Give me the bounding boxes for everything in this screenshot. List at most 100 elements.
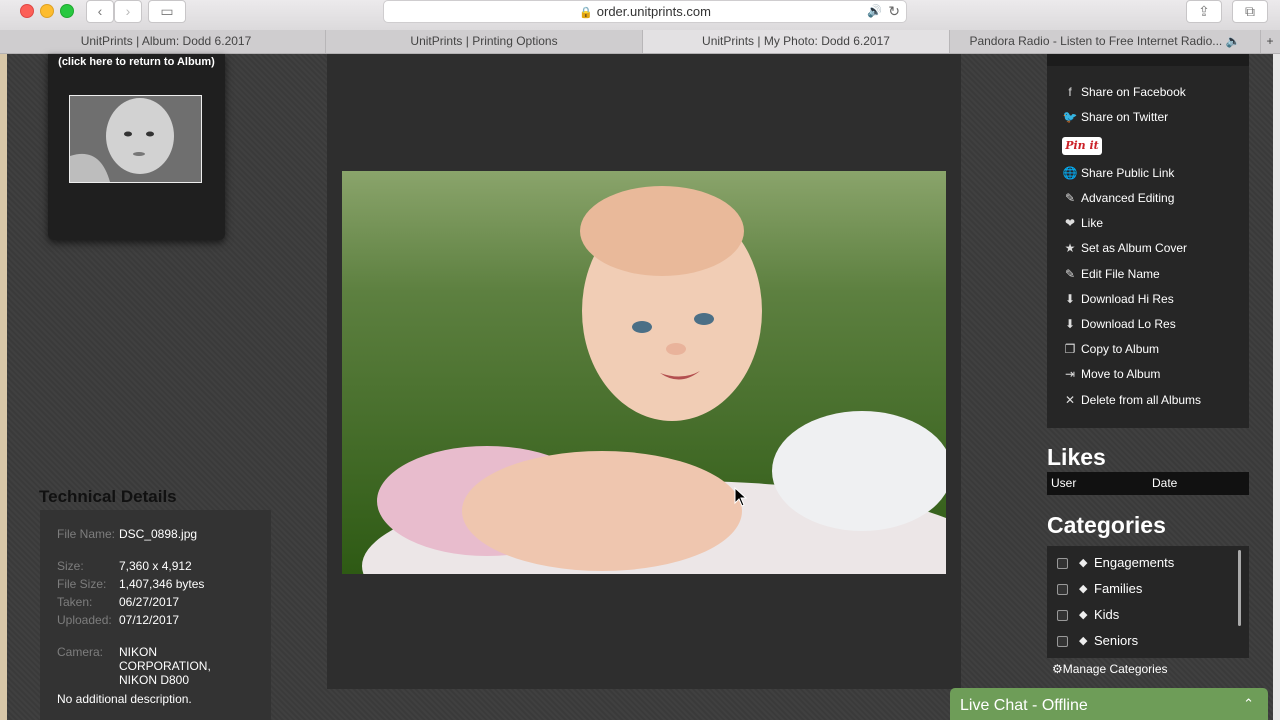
tab-pandora-label: Pandora Radio - Listen to Free Internet … xyxy=(969,34,1223,48)
chevron-right-icon: › xyxy=(125,3,131,19)
category-label: Kids xyxy=(1094,607,1120,622)
copy-to-album-link[interactable]: ❐ Copy to Album xyxy=(1061,339,1159,359)
pencil-icon: ✎ xyxy=(1064,191,1076,205)
tag-icon: ◆ xyxy=(1079,583,1088,595)
like-label: Like xyxy=(1081,216,1104,230)
download-lo-res-link[interactable]: ⬇ Download Lo Res xyxy=(1061,314,1176,334)
audio-playing-icon[interactable]: 🔊 xyxy=(867,1,882,22)
tab-pandora[interactable]: Pandora Radio - Listen to Free Internet … xyxy=(950,30,1261,53)
share-public-link[interactable]: 🌐 Share Public Link xyxy=(1061,163,1175,183)
tech-key: Camera: xyxy=(57,645,104,659)
advanced-editing-link[interactable]: ✎ Advanced Editing xyxy=(1061,188,1174,208)
address-bar[interactable]: 🔒 order.unitprints.com 🔊 ↻ xyxy=(383,0,907,23)
browser-toolbar: ‹ › ▭ 🔒 order.unitprints.com 🔊 ↻ ⇪ ⧉ xyxy=(0,0,1280,30)
share-actions-panel: f Share on Facebook 🐦 Share on Twitter Pin… xyxy=(1047,54,1249,428)
likes-title: Likes xyxy=(1047,444,1106,470)
share-facebook-link[interactable]: f Share on Facebook xyxy=(1061,82,1186,102)
tech-value: 7,360 x 4,912 xyxy=(119,559,192,573)
category-checkbox[interactable] xyxy=(1057,610,1068,621)
share-twitter-link[interactable]: 🐦 Share on Twitter xyxy=(1061,107,1169,127)
new-tab-button[interactable]: + xyxy=(1260,30,1280,53)
speaker-icon[interactable]: 🔈 xyxy=(1226,34,1241,48)
delete-from-albums-link[interactable]: ✕ Delete from all Albums xyxy=(1061,390,1201,410)
tab-my-photo[interactable]: UnitPrints | My Photo: Dodd 6.2017 xyxy=(643,30,950,53)
likes-col-user: User xyxy=(1051,476,1077,490)
share-button[interactable]: ⇪ xyxy=(1186,0,1222,23)
close-icon: ✕ xyxy=(1064,393,1076,407)
category-checkbox[interactable] xyxy=(1057,636,1068,647)
tag-icon: ◆ xyxy=(1079,609,1088,621)
zoom-window-button[interactable] xyxy=(60,4,74,18)
download-hi-res-link[interactable]: ⬇ Download Hi Res xyxy=(1061,289,1174,309)
technical-details-title: Technical Details xyxy=(39,487,177,506)
share-icon: ⇪ xyxy=(1198,3,1210,19)
categories-scrollbar[interactable] xyxy=(1238,550,1241,626)
gear-icon: ⚙ xyxy=(1052,662,1063,676)
chevron-up-icon[interactable]: ⌃ xyxy=(1243,696,1254,712)
delete-from-albums-label: Delete from all Albums xyxy=(1081,393,1202,407)
download-icon: ⬇ xyxy=(1064,292,1076,306)
like-link[interactable]: ❤ Like xyxy=(1061,213,1103,233)
live-chat-widget[interactable]: Live Chat - Offline ⌃ xyxy=(950,688,1268,720)
mouse-cursor-icon xyxy=(734,487,748,507)
globe-icon: 🌐 xyxy=(1062,166,1078,180)
share-twitter-label: Share on Twitter xyxy=(1081,110,1169,124)
category-checkbox[interactable] xyxy=(1057,558,1068,569)
technical-details-panel: File Name: DSC_0898.jpg Size: 7,360 x 4,91… xyxy=(40,510,271,720)
edit-file-name-link[interactable]: ✎ Edit File Name xyxy=(1061,264,1160,284)
set-album-cover-label: Set as Album Cover xyxy=(1081,241,1188,255)
edit-file-name-label: Edit File Name xyxy=(1081,267,1160,281)
tech-key: Taken: xyxy=(57,595,93,609)
album-thumbnail[interactable] xyxy=(69,95,202,183)
reload-icon[interactable]: ↻ xyxy=(888,1,900,22)
minimize-window-button[interactable] xyxy=(40,4,54,18)
tab-album[interactable]: UnitPrints | Album: Dodd 6.2017 xyxy=(7,30,326,53)
share-facebook-label: Share on Facebook xyxy=(1081,85,1186,99)
categories-list: ◆ Engagements ◆ Families ◆ Kids ◆ Seniors xyxy=(1047,546,1249,658)
twitter-icon: 🐦 xyxy=(1062,110,1078,124)
main-photo[interactable] xyxy=(342,171,946,574)
tech-value: 1,407,346 bytes xyxy=(119,577,205,591)
album-panel: (click here to return to Album) xyxy=(48,54,225,240)
likes-table-header: User Date xyxy=(1047,472,1249,495)
star-icon: ★ xyxy=(1064,241,1076,255)
tabs-icon: ⧉ xyxy=(1245,3,1255,19)
tech-value: DSC_0898.jpg xyxy=(119,527,198,541)
tech-value: NIKON CORPORATION, NIKON D800 xyxy=(119,645,211,687)
manage-categories-label: Manage Categories xyxy=(1062,662,1168,676)
tech-key: Size: xyxy=(57,559,84,573)
close-window-button[interactable] xyxy=(20,4,34,18)
tech-value: 06/27/2017 xyxy=(119,595,180,609)
tech-key: File Name: xyxy=(57,527,116,541)
facebook-icon: f xyxy=(1068,85,1072,99)
baby-bw-thumbnail-image xyxy=(70,96,201,182)
address-text: order.unitprints.com xyxy=(596,4,711,19)
category-label: Families xyxy=(1094,581,1143,596)
tech-key: Uploaded: xyxy=(57,613,112,627)
tech-key: File Size: xyxy=(57,577,107,591)
tab-printing-options[interactable]: UnitPrints | Printing Options xyxy=(326,30,643,53)
categories-title: Categories xyxy=(1047,512,1166,538)
window-edge-right xyxy=(1273,54,1280,720)
category-label: Engagements xyxy=(1094,555,1175,570)
advanced-editing-label: Advanced Editing xyxy=(1081,191,1175,205)
pinterest-pin-button[interactable]: Pin it xyxy=(1062,137,1102,155)
back-button[interactable]: ‹ xyxy=(86,0,114,23)
sidebar-toggle-button[interactable]: ▭ xyxy=(148,0,186,23)
download-lo-res-label: Download Lo Res xyxy=(1081,317,1176,331)
manage-categories-link[interactable]: ⚙Manage Categories xyxy=(1052,662,1168,676)
window-edge-left xyxy=(0,54,7,720)
category-label: Seniors xyxy=(1094,633,1139,648)
show-tabs-button[interactable]: ⧉ xyxy=(1232,0,1268,23)
return-to-album-link[interactable]: (click here to return to Album) xyxy=(48,56,225,68)
baby-photo-image xyxy=(342,171,946,574)
heart-icon: ❤ xyxy=(1064,216,1076,230)
set-album-cover-link[interactable]: ★ Set as Album Cover xyxy=(1061,238,1187,258)
download-icon: ⬇ xyxy=(1064,317,1076,331)
forward-button[interactable]: › xyxy=(114,0,142,23)
photo-description: No additional description. xyxy=(57,692,192,706)
category-checkbox[interactable] xyxy=(1057,584,1068,595)
download-hi-res-label: Download Hi Res xyxy=(1081,292,1174,306)
tab-bar: UnitPrints | Album: Dodd 6.2017 UnitPrin… xyxy=(0,30,1280,54)
move-to-album-link[interactable]: ⇥ Move to Album xyxy=(1061,364,1160,384)
